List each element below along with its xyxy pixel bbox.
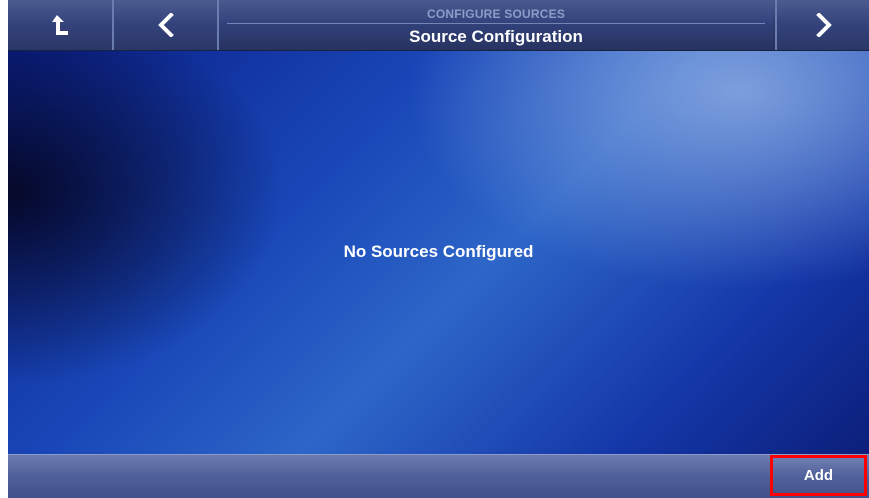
source-configuration-screen: CONFIGURE SOURCES Source Configuration N… xyxy=(0,0,869,498)
chevron-right-icon xyxy=(815,13,833,37)
title-divider xyxy=(227,23,765,24)
footer-bar: Add xyxy=(8,454,869,498)
title-area: CONFIGURE SOURCES Source Configuration xyxy=(219,0,773,50)
add-button[interactable]: Add xyxy=(770,455,867,496)
empty-state-message: No Sources Configured xyxy=(343,242,534,261)
up-button[interactable] xyxy=(8,0,114,50)
header-bar: CONFIGURE SOURCES Source Configuration xyxy=(8,0,869,51)
chevron-left-icon xyxy=(157,13,175,37)
next-button[interactable] xyxy=(775,0,869,50)
page-title: Source Configuration xyxy=(409,27,583,46)
source-list-area: No Sources Configured xyxy=(8,51,869,454)
back-button[interactable] xyxy=(114,0,219,50)
section-label: CONFIGURE SOURCES xyxy=(426,7,566,21)
up-arrow-icon xyxy=(50,13,70,37)
